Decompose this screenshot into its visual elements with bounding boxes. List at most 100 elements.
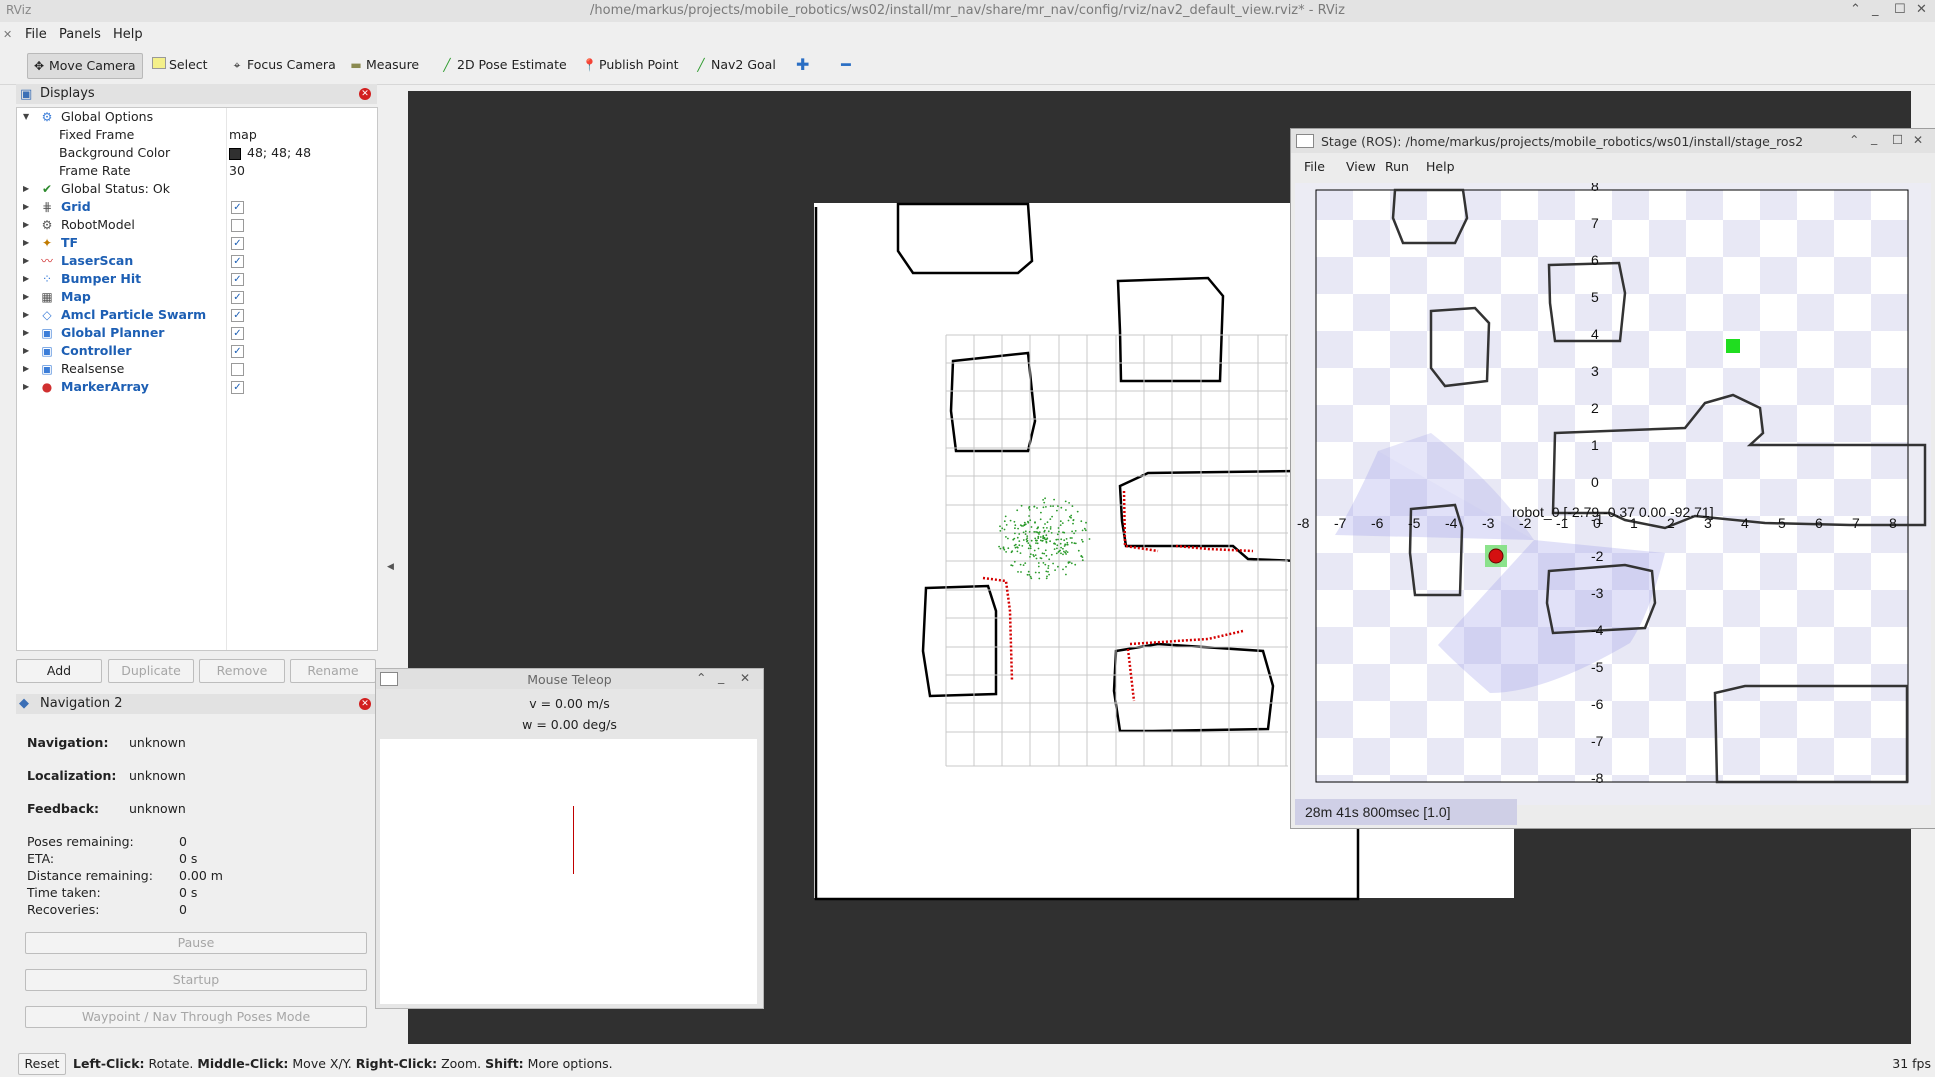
teleop-canvas[interactable] (380, 739, 757, 1004)
stage-canvas[interactable]: -8 -7 -6 -5 -4 -3 -2 -1 0 1 2 3 4 5 6 7 8 8 7 6 5 4 3 2 1 0 -1 -2-… (1295, 178, 1931, 805)
expand-arrow-icon[interactable]: ▶ (23, 360, 29, 378)
close-icon[interactable]: ✕ (359, 698, 371, 710)
display-checkbox[interactable] (231, 363, 244, 376)
menu-help[interactable]: Help (113, 27, 143, 42)
close-icon[interactable]: ✕ (3, 28, 12, 41)
expand-arrow-icon[interactable]: ▶ (23, 306, 29, 324)
display-item-global-planner[interactable]: ▶ ▣ Global Planner ✓ (17, 324, 377, 342)
waypoint-mode-button[interactable]: Waypoint / Nav Through Poses Mode (25, 1006, 367, 1028)
rename-button[interactable]: Rename (290, 659, 376, 683)
particle (1034, 571, 1037, 574)
reset-button[interactable]: Reset (18, 1053, 66, 1075)
particle (1046, 521, 1049, 524)
collapse-arrow-icon[interactable]: ◀ (387, 562, 394, 572)
move-camera-button[interactable]: ✥ Move Camera (27, 53, 143, 79)
display-item-tf[interactable]: ▶ ✦ TF ✓ (17, 234, 377, 252)
display-checkbox[interactable]: ✓ (231, 237, 244, 250)
minimize-icon[interactable]: _ (1871, 130, 1877, 145)
expand-arrow-icon[interactable]: ▶ (23, 198, 29, 216)
particle (1003, 548, 1006, 551)
particle (1062, 568, 1064, 571)
display-item-laserscan[interactable]: ▶ 〰 LaserScan ✓ (17, 252, 377, 270)
expand-arrow-icon[interactable]: ▼ (23, 108, 29, 126)
display-item-amcl-particle-swarm[interactable]: ▶ ◇ Amcl Particle Swarm ✓ (17, 306, 377, 324)
expand-arrow-icon[interactable]: ▶ (23, 378, 29, 396)
expand-arrow-icon[interactable]: ▶ (23, 234, 29, 252)
display-checkbox[interactable]: ✓ (231, 291, 244, 304)
display-item-robotmodel[interactable]: ▶ ⚙ RobotModel (17, 216, 377, 234)
particle (1013, 520, 1016, 523)
add-button[interactable]: Add (16, 659, 102, 683)
angular-velocity-label: w = 0.00 deg/s (522, 717, 617, 732)
stage-world-view[interactable]: -8 -7 -6 -5 -4 -3 -2 -1 0 1 2 3 4 5 6 7 8 876543210-1-2-… (1295, 178, 1931, 805)
menu-file[interactable]: File (25, 27, 47, 42)
tree-row-global-options[interactable]: ▼ ⚙ Global Options (17, 108, 377, 126)
display-checkbox[interactable]: ✓ (231, 327, 244, 340)
display-item-grid[interactable]: ▶ ⋕ Grid ✓ (17, 198, 377, 216)
nav2-goal-button[interactable]: ╱ Nav2 Goal (690, 53, 782, 77)
expand-arrow-icon[interactable]: ▶ (23, 324, 29, 342)
tree-row-fixed-frame[interactable]: Fixed Frame map (17, 126, 377, 144)
tree-row-frame-rate[interactable]: Frame Rate 30 (17, 162, 377, 180)
stage-menu-run[interactable]: Run (1385, 159, 1409, 174)
display-checkbox[interactable]: ✓ (231, 381, 244, 394)
display-item-markerarray[interactable]: ▶ ● MarkerArray ✓ (17, 378, 377, 396)
particle (1069, 537, 1072, 539)
display-item-bumper-hit[interactable]: ▶ ⁘ Bumper Hit ✓ (17, 270, 377, 288)
stage-menu-view[interactable]: View (1346, 159, 1376, 174)
close-icon[interactable]: ✕ (740, 671, 750, 685)
minimize-button[interactable]: _ (1872, 2, 1879, 17)
menu-bar: File Panels Help (0, 22, 1935, 46)
maximize-icon[interactable]: ☐ (1892, 132, 1903, 147)
measure-button[interactable]: ▬ Measure (345, 53, 425, 77)
minimize-icon[interactable]: ⌃ (1850, 2, 1861, 17)
expand-arrow-icon[interactable]: ▶ (23, 216, 29, 234)
remove-button[interactable]: Remove (199, 659, 285, 683)
close-icon[interactable]: ✕ (1913, 133, 1923, 147)
chevron-up-icon[interactable]: ⌃ (696, 670, 706, 685)
publish-point-button[interactable]: 📍 Publish Point (578, 53, 685, 77)
pose-estimate-button[interactable]: ╱ 2D Pose Estimate (436, 53, 573, 77)
close-icon[interactable]: ✕ (359, 88, 371, 100)
display-item-realsense[interactable]: ▶ ▣ Realsense (17, 360, 377, 378)
velocity-indicator (573, 806, 574, 874)
monitor-icon: ▣ (20, 87, 33, 102)
display-checkbox[interactable]: ✓ (231, 201, 244, 214)
y-tick-label: 1 (1591, 437, 1599, 453)
select-button[interactable]: Select (148, 53, 214, 77)
add-tool-icon[interactable]: ✚ (792, 53, 815, 77)
color-swatch[interactable] (229, 148, 241, 160)
menu-panels[interactable]: Panels (59, 27, 101, 42)
startup-button[interactable]: Startup (25, 969, 367, 991)
stage-menu-help[interactable]: Help (1426, 159, 1455, 174)
expand-arrow-icon[interactable]: ▶ (23, 342, 29, 360)
remove-tool-icon[interactable]: ━ (837, 53, 857, 77)
focus-camera-button[interactable]: ⌖ Focus Camera (226, 53, 342, 77)
display-checkbox[interactable] (231, 219, 244, 232)
particle (1081, 529, 1084, 532)
particle (1059, 520, 1062, 523)
particle (1062, 531, 1064, 534)
close-icon[interactable]: ✕ (1916, 2, 1927, 17)
move-camera-icon: ✥ (33, 59, 45, 73)
expand-arrow-icon[interactable]: ▶ (23, 270, 29, 288)
chevron-up-icon[interactable]: ⌃ (1849, 132, 1859, 147)
duplicate-button[interactable]: Duplicate (108, 659, 194, 683)
stage-menu-file[interactable]: File (1304, 159, 1325, 174)
display-checkbox[interactable]: ✓ (231, 273, 244, 286)
tree-row-global-status[interactable]: ▶ ✔ Global Status: Ok (17, 180, 377, 198)
display-item-map[interactable]: ▶ ▦ Map ✓ (17, 288, 377, 306)
particle (1025, 538, 1028, 541)
maximize-icon[interactable]: ☐ (1894, 2, 1906, 17)
pause-button[interactable]: Pause (25, 932, 367, 954)
expand-arrow-icon[interactable]: ▶ (23, 288, 29, 306)
display-checkbox[interactable]: ✓ (231, 345, 244, 358)
expand-arrow-icon[interactable]: ▶ (23, 180, 29, 198)
particle (1064, 500, 1067, 503)
tree-row-background-color[interactable]: Background Color 48; 48; 48 (17, 144, 377, 162)
display-item-controller[interactable]: ▶ ▣ Controller ✓ (17, 342, 377, 360)
expand-arrow-icon[interactable]: ▶ (23, 252, 29, 270)
minimize-icon[interactable]: _ (718, 669, 724, 684)
display-checkbox[interactable]: ✓ (231, 309, 244, 322)
display-checkbox[interactable]: ✓ (231, 255, 244, 268)
